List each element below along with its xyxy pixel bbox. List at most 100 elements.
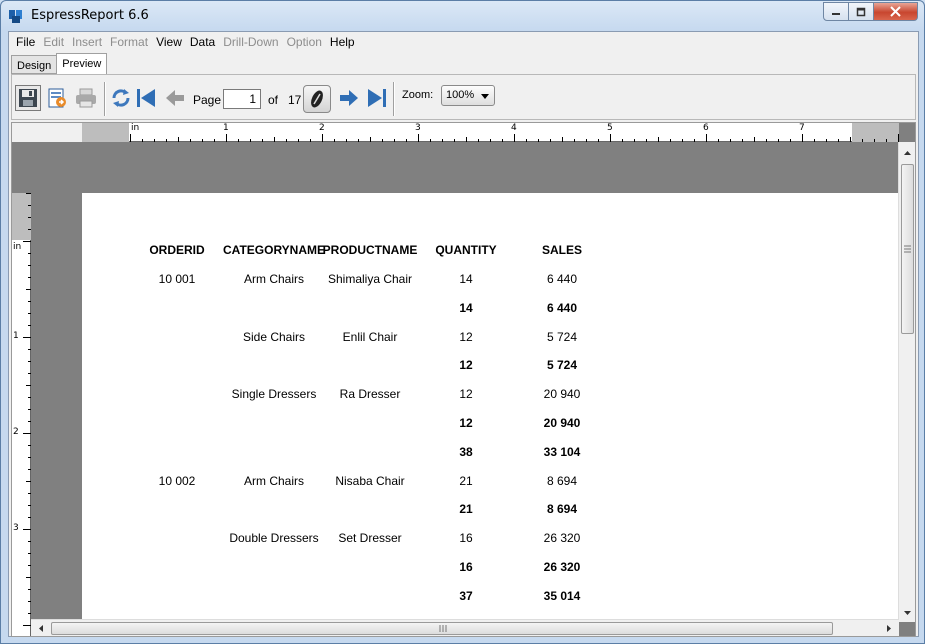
subtotal-quantity: 38 [459, 444, 473, 459]
cell-sales: 5 724 [546, 329, 578, 344]
client-area: File Edit Insert Format View Data Drill-Down Op… [8, 31, 919, 637]
last-page-button[interactable] [363, 85, 389, 111]
toolbar-separator [104, 82, 106, 116]
column-header-product-name: PRODUCTNAME [322, 243, 418, 257]
column-header-orderid: ORDERID [149, 243, 205, 257]
close-button[interactable] [874, 2, 918, 21]
first-page-icon [137, 89, 155, 107]
vertical-ruler-number: 1 [13, 331, 19, 341]
menu-file[interactable]: File [12, 32, 39, 52]
cell-category-name: Side Chairs [242, 329, 306, 344]
vertical-scroll-thumb[interactable] [901, 164, 914, 334]
page-jump-icon [311, 90, 323, 108]
cell-quantity: 12 [459, 387, 473, 402]
subtotal-sales: 35 014 [543, 588, 581, 603]
vertical-scrollbar[interactable] [898, 142, 915, 622]
zoom-value: 100% [446, 89, 475, 101]
refresh-button[interactable] [108, 85, 134, 111]
cell-sales: 26 320 [543, 531, 581, 546]
cell-category-name: Single Dressers [231, 387, 317, 402]
vertical-ruler-unit: in [13, 242, 22, 252]
menu-bar: File Edit Insert Format View Data Drill-Down Op… [9, 32, 918, 52]
preview-toolbar: Page 1 of 17 Zoom: 100% [11, 74, 916, 120]
column-header-sales: SALES [541, 243, 583, 257]
total-pages: 17 [288, 93, 302, 107]
close-icon [890, 6, 901, 17]
print-icon [76, 88, 96, 108]
horizontal-ruler: in 1 2 3 4 5 6 7 [82, 123, 899, 142]
subtotal-quantity: 12 [459, 358, 473, 373]
previous-page-icon [166, 90, 184, 106]
menu-data[interactable]: Data [186, 32, 219, 52]
scroll-down-icon[interactable] [900, 607, 915, 619]
menu-option[interactable]: Option [283, 32, 326, 52]
menu-view[interactable]: View [152, 32, 186, 52]
minimize-button[interactable] [823, 2, 849, 21]
tab-design[interactable]: Design [11, 55, 58, 74]
cell-category-name: Double Dressers [229, 531, 319, 546]
next-page-icon [340, 90, 358, 106]
next-page-button[interactable] [336, 85, 362, 111]
menu-help[interactable]: Help [326, 32, 359, 52]
window-controls [823, 2, 918, 21]
menu-format[interactable]: Format [106, 32, 152, 52]
of-label: of [268, 93, 279, 107]
export-icon [48, 88, 66, 108]
scroll-up-icon[interactable] [900, 147, 915, 159]
vertical-ruler-ticks [23, 193, 31, 626]
cell-quantity: 21 [459, 473, 473, 488]
menu-insert[interactable]: Insert [68, 32, 106, 52]
scroll-right-icon[interactable] [883, 621, 895, 636]
maximize-button[interactable] [849, 2, 874, 21]
horizontal-ruler-number: 1 [223, 123, 229, 133]
grip-icon [904, 245, 911, 253]
print-button[interactable] [73, 85, 99, 111]
subtotal-quantity: 12 [459, 416, 473, 430]
scroll-left-icon[interactable] [35, 621, 47, 636]
page-number-input[interactable]: 1 [223, 89, 261, 109]
menu-edit[interactable]: Edit [39, 32, 68, 52]
horizontal-ruler-number: 5 [607, 123, 613, 133]
vertical-ruler-number: 3 [13, 523, 19, 533]
cell-category-name: Arm Chairs [243, 272, 305, 286]
horizontal-ruler-ticks [130, 134, 899, 142]
vertical-ruler: in 1 2 3 [12, 193, 31, 636]
cell-category-name: Arm Chairs [243, 473, 305, 488]
export-button[interactable] [44, 85, 70, 111]
ruler-corner [12, 123, 82, 142]
horizontal-ruler-number: 3 [415, 123, 421, 133]
cell-sales: 8 694 [546, 473, 578, 488]
horizontal-scrollbar[interactable] [31, 619, 899, 636]
title-bar[interactable]: EspressReport 6.6 [1, 1, 924, 31]
vertical-ruler-number: 2 [13, 427, 19, 437]
menu-drill-down[interactable]: Drill-Down [219, 32, 282, 52]
subtotal-sales: 8 694 [546, 502, 578, 517]
previous-page-button[interactable] [162, 85, 188, 111]
subtotal-quantity: 16 [459, 560, 473, 574]
cell-sales: 6 440 [546, 272, 578, 286]
zoom-label: Zoom: [402, 89, 434, 101]
refresh-icon [112, 89, 130, 107]
first-page-button[interactable] [134, 85, 160, 111]
subtotal-sales: 6 440 [546, 300, 578, 315]
subtotal-sales: 33 104 [543, 444, 581, 459]
window-title: EspressReport 6.6 [31, 8, 149, 23]
horizontal-scroll-thumb[interactable] [51, 622, 833, 635]
last-page-icon [368, 89, 386, 107]
report-preview-viewport[interactable]: in 1234567 in 123 ORDERID CATEGORYNAME PRO… [11, 122, 916, 637]
maximize-icon [856, 7, 866, 16]
subtotal-quantity: 37 [459, 588, 473, 603]
page-jump-button[interactable] [303, 85, 331, 113]
horizontal-ruler-unit: in [131, 123, 140, 133]
save-button[interactable] [15, 85, 41, 111]
zoom-dropdown[interactable]: 100% [441, 85, 495, 106]
horizontal-ruler-number: 2 [319, 123, 325, 133]
cell-quantity: 14 [459, 272, 473, 286]
chevron-down-icon [481, 94, 489, 99]
cell-orderid: 10 001 [158, 272, 196, 286]
tab-preview[interactable]: Preview [56, 53, 108, 74]
cell-product-name: Ra Dresser [339, 387, 401, 402]
column-header-quantity: QUANTITY [435, 243, 497, 257]
ruler-corner-gap [12, 142, 31, 193]
subtotal-quantity: 21 [459, 502, 473, 517]
